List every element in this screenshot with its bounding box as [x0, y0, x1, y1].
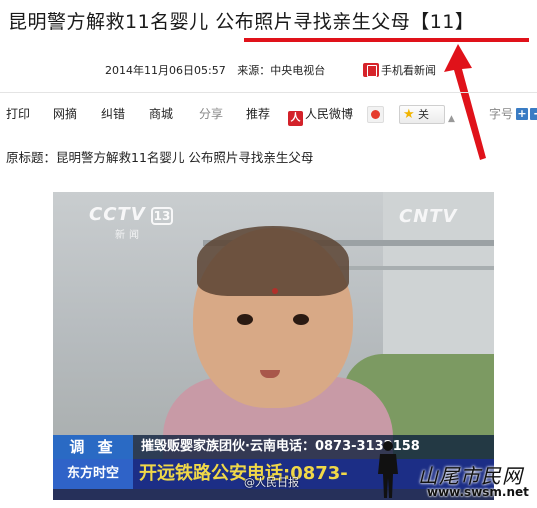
font-decrease-button[interactable]: -: [530, 108, 537, 120]
baby-eye: [237, 314, 253, 325]
people-weibo-label: 人民微博: [305, 107, 354, 121]
weibo-watermark: @人民日报: [244, 476, 299, 489]
correct-button[interactable]: 纠错: [101, 103, 125, 125]
font-increase-button[interactable]: +: [516, 108, 528, 120]
follow-label: 关: [418, 108, 429, 121]
caption-tag: 调 查: [53, 435, 133, 459]
article-toolbar: 打印 网摘 纠错 商城 分享 推荐 人人民微博 ★关 ▲ 字号 + -: [6, 103, 537, 126]
person-silhouette-icon: [378, 441, 398, 498]
font-size-label: 字号: [489, 107, 514, 121]
mobile-phone-icon: [363, 63, 379, 77]
red-arrow-annotation: [444, 44, 486, 160]
bookmark-button[interactable]: 网摘: [53, 103, 77, 125]
cntv-logo: CNTV: [399, 206, 458, 227]
caption-bar: 调 查 摧毁贩婴家族团伙·云南电话：0873-3132158: [53, 435, 494, 459]
print-button[interactable]: 打印: [6, 103, 30, 125]
weibo-share-icon[interactable]: [367, 106, 384, 123]
baby-eye: [293, 314, 309, 325]
publish-datetime: 2014年11月06日05:57: [105, 64, 226, 77]
mobile-news-link[interactable]: 手机看新闻: [363, 62, 436, 80]
forehead-dot: [272, 288, 278, 294]
caret-up-icon[interactable]: ▲: [448, 108, 455, 130]
cctv-logo: CCTV: [89, 204, 146, 225]
divider: [0, 92, 537, 93]
mall-link[interactable]: 商城: [149, 103, 173, 125]
mobile-news-label: 手机看新闻: [381, 64, 436, 77]
recommend-button[interactable]: 推荐: [246, 103, 270, 125]
star-icon: ★: [403, 107, 415, 122]
site-url-watermark: www.swsm.net: [427, 485, 529, 499]
people-weibo-icon: 人: [288, 111, 303, 126]
follow-button[interactable]: ★ 关: [399, 105, 445, 124]
article-source: 来源：中央电视台: [237, 64, 326, 77]
channel-number-logo: 13: [151, 207, 173, 225]
people-weibo-button[interactable]: 人人民微博: [288, 103, 354, 126]
article-headline: 昆明警方解救11名婴儿 公布照片寻找亲生父母【11】: [8, 11, 475, 33]
ticker-tag: 东方时空: [53, 459, 133, 489]
baby-hair: [197, 226, 349, 296]
news-video-still: CCTV 13 新闻 CNTV 调 查 摧毁贩婴家族团伙·云南电话：0873-3…: [53, 192, 494, 500]
channel-sub-logo: 新闻: [115, 230, 143, 241]
article-meta: 2014年11月06日05:57 来源：中央电视台: [105, 62, 333, 80]
original-title: 原标题：昆明警方解救11名婴儿 公布照片寻找亲生父母: [6, 150, 314, 165]
share-button[interactable]: 分享: [199, 103, 223, 125]
